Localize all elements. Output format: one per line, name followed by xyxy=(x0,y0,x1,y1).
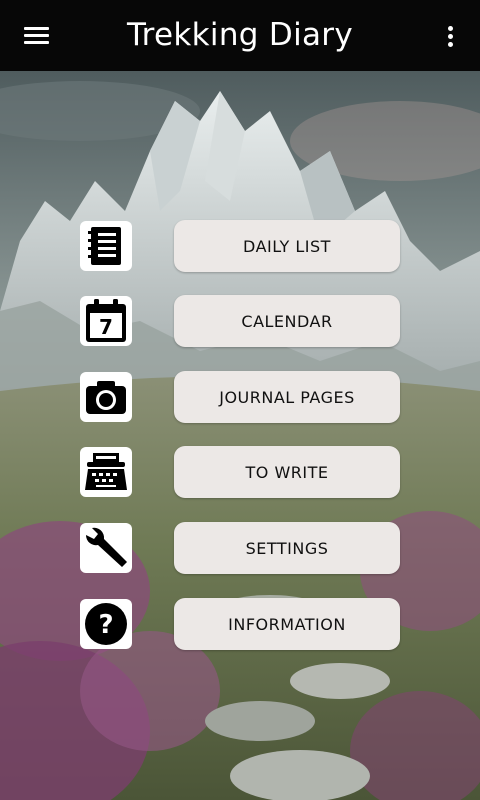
calendar-icon-digit: 7 xyxy=(99,315,113,339)
more-vertical-icon[interactable] xyxy=(436,18,466,54)
camera-icon[interactable] xyxy=(80,372,132,422)
to-write-label: TO WRITE xyxy=(245,462,329,482)
menu-row-information: ? INFORMATION xyxy=(0,598,480,650)
menu-row-settings: SETTINGS xyxy=(0,522,480,574)
help-icon[interactable]: ? xyxy=(80,599,132,649)
menu-row-journal-pages: JOURNAL PAGES xyxy=(0,371,480,423)
notebook-icon[interactable] xyxy=(80,221,132,271)
calendar-button[interactable]: CALENDAR xyxy=(174,295,400,347)
app-title: Trekking Diary xyxy=(127,17,353,53)
app-bar: Trekking Diary xyxy=(0,0,480,71)
daily-list-button[interactable]: DAILY LIST xyxy=(174,220,400,272)
main-menu: DAILY LIST 7 CALENDAR JOURNAL PAGES TO W… xyxy=(0,0,480,800)
information-label: INFORMATION xyxy=(228,614,346,634)
calendar-icon[interactable]: 7 xyxy=(80,296,132,346)
journal-pages-label: JOURNAL PAGES xyxy=(219,387,355,407)
calendar-label: CALENDAR xyxy=(241,311,333,331)
typewriter-icon[interactable] xyxy=(80,447,132,497)
to-write-button[interactable]: TO WRITE xyxy=(174,446,400,498)
help-icon-glyph: ? xyxy=(98,610,113,640)
settings-button[interactable]: SETTINGS xyxy=(174,522,400,574)
menu-row-to-write: TO WRITE xyxy=(0,446,480,498)
menu-row-daily-list: DAILY LIST xyxy=(0,220,480,272)
journal-pages-button[interactable]: JOURNAL PAGES xyxy=(174,371,400,423)
menu-row-calendar: 7 CALENDAR xyxy=(0,295,480,347)
settings-label: SETTINGS xyxy=(245,538,329,558)
app-screen: Trekking Diary DAILY LIST 7 CALENDAR JOU… xyxy=(0,0,480,800)
daily-list-label: DAILY LIST xyxy=(243,236,331,256)
wrench-icon[interactable] xyxy=(80,523,132,573)
information-button[interactable]: INFORMATION xyxy=(174,598,400,650)
